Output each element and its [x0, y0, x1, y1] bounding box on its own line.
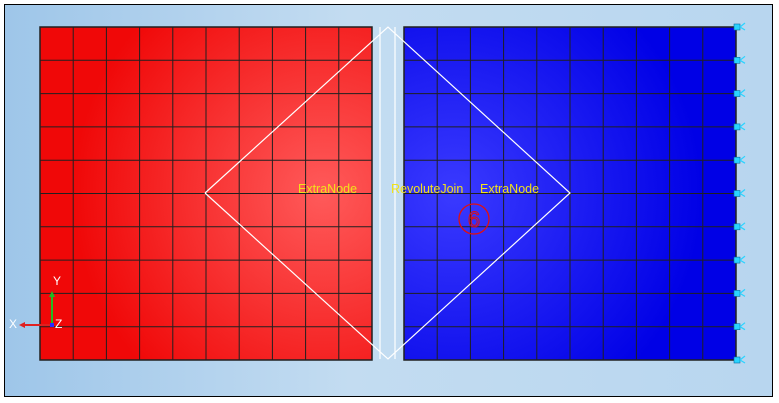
constraint-icon: [733, 122, 746, 131]
constraint-icon: [733, 189, 746, 198]
constraint-icon: [733, 55, 746, 64]
constraint-icon: [733, 355, 746, 364]
extra-node-left-label[interactable]: ExtraNode: [298, 182, 357, 196]
constraint-icon: [733, 322, 746, 331]
constraint-icon: [733, 222, 746, 231]
constraint-icon: [733, 155, 746, 164]
constraint-icon: [733, 22, 746, 31]
x-axis-label: X: [9, 317, 17, 331]
constraint-icon: [733, 288, 746, 297]
constraint-icon: [733, 255, 746, 264]
extra-node-right-label[interactable]: ExtraNode: [480, 182, 539, 196]
z-axis-dot: [50, 323, 54, 327]
x-axis-arrow: [19, 322, 25, 328]
model-scene[interactable]: ExtraNode RevoluteJoin ExtraNode 6 Y X Z: [5, 5, 773, 397]
marker-number: 6: [468, 207, 480, 232]
y-axis-label: Y: [53, 274, 61, 288]
graphics-viewport[interactable]: ExtraNode RevoluteJoin ExtraNode 6 Y X Z: [4, 4, 773, 397]
constraint-icon: [733, 89, 746, 98]
z-axis-label: Z: [55, 317, 62, 331]
revolute-joint-label[interactable]: RevoluteJoin: [391, 182, 463, 196]
